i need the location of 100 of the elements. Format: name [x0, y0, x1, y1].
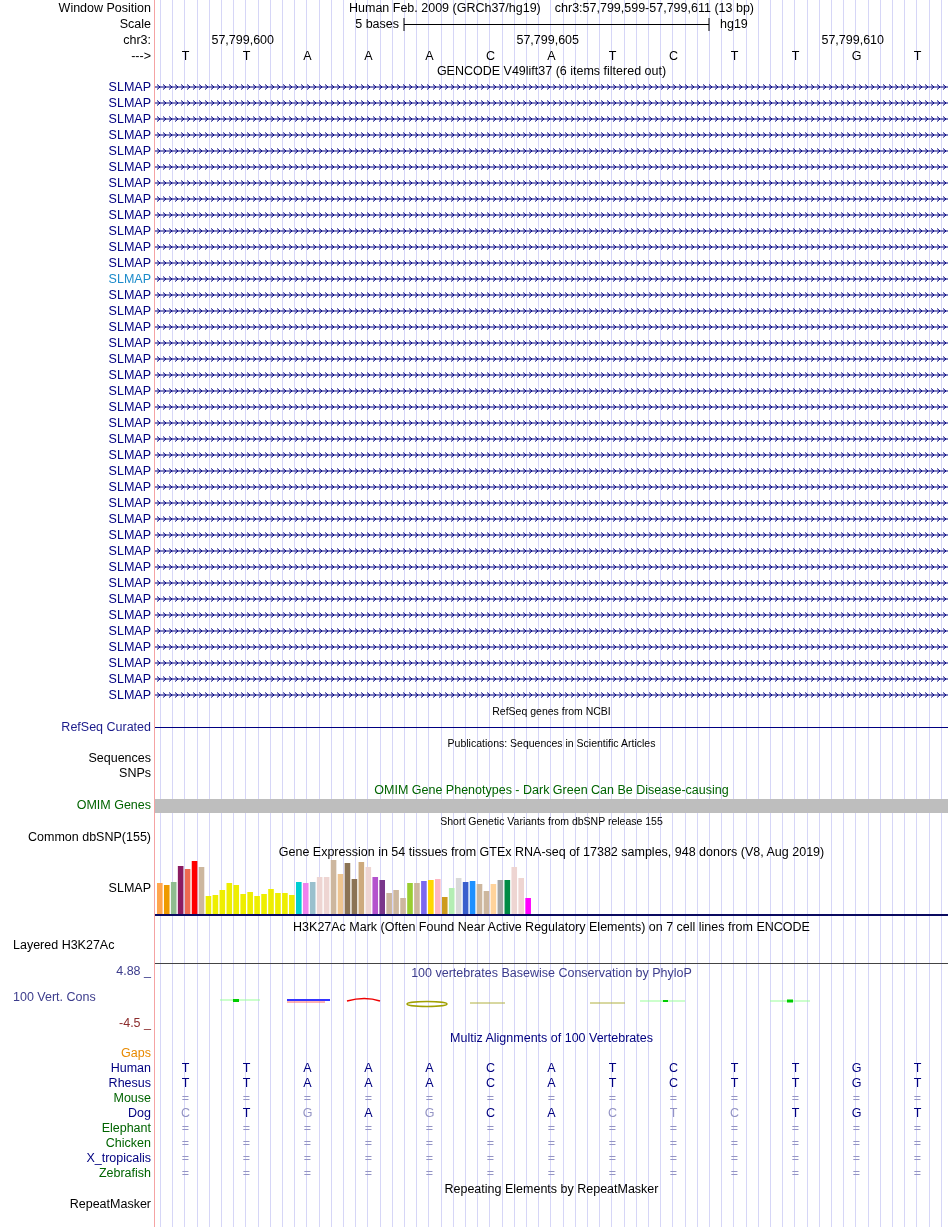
- gene-label[interactable]: SLMAP: [108, 351, 151, 367]
- alignment-base: =: [852, 1091, 861, 1106]
- alignment-base: G: [424, 1106, 435, 1121]
- alignment-base: T: [181, 1076, 190, 1091]
- gene-label[interactable]: SLMAP: [108, 367, 151, 383]
- gene-label[interactable]: SLMAP: [108, 191, 151, 207]
- gene-label[interactable]: SLMAP: [108, 319, 151, 335]
- track-label[interactable]: RepeatMasker: [69, 1197, 151, 1212]
- base-letter: T: [181, 48, 190, 64]
- track-label[interactable]: RefSeq Curated: [61, 719, 151, 735]
- alignment-base: =: [303, 1151, 312, 1166]
- gene-label[interactable]: SLMAP: [108, 639, 151, 655]
- alignment-base: =: [486, 1136, 495, 1151]
- gene-label[interactable]: SLMAP: [108, 159, 151, 175]
- gene-label[interactable]: SLMAP: [108, 655, 151, 671]
- gene-label[interactable]: SLMAP: [108, 255, 151, 271]
- track-label[interactable]: Common dbSNP(155): [28, 829, 151, 845]
- alignment-base: =: [730, 1151, 739, 1166]
- gene-label[interactable]: SLMAP: [108, 527, 151, 543]
- track-title: RefSeq genes from NCBI: [492, 703, 611, 719]
- gene-label[interactable]: SLMAP: [108, 415, 151, 431]
- alignment-base: =: [242, 1136, 251, 1151]
- track-title: Multiz Alignments of 100 Vertebrates: [450, 1031, 653, 1046]
- gene-label[interactable]: SLMAP: [108, 335, 151, 351]
- alignment-base: =: [242, 1151, 251, 1166]
- gene-label[interactable]: SLMAP: [108, 447, 151, 463]
- alignment-base: =: [425, 1136, 434, 1151]
- alignment-base: T: [913, 1061, 922, 1076]
- alignment-base: =: [181, 1151, 190, 1166]
- species-label[interactable]: Chicken: [105, 1136, 151, 1151]
- base-letter: C: [669, 48, 678, 64]
- species-label[interactable]: Human: [110, 1061, 151, 1076]
- gene-label[interactable]: SLMAP: [108, 463, 151, 479]
- gene-label[interactable]: SLMAP: [108, 127, 151, 143]
- gene-label[interactable]: SLMAP: [108, 303, 151, 319]
- gene-label[interactable]: SLMAP: [108, 511, 151, 527]
- row-label[interactable]: Scale: [119, 16, 151, 32]
- gene-label[interactable]: SLMAP: [108, 79, 151, 95]
- gene-label[interactable]: SLMAP: [108, 143, 151, 159]
- alignment-base: =: [181, 1091, 190, 1106]
- row-label[interactable]: chr3:: [123, 32, 151, 48]
- alignment-base: =: [364, 1136, 373, 1151]
- gene-label[interactable]: SLMAP: [108, 479, 151, 495]
- alignment-base: =: [181, 1121, 190, 1136]
- alignment-base: =: [181, 1166, 190, 1181]
- alignment-base: T: [791, 1076, 800, 1091]
- alignment-base: C: [181, 1106, 190, 1121]
- gene-label[interactable]: SLMAP: [108, 495, 151, 511]
- assembly-name: Human Feb. 2009 (GRCh37/hg19): [349, 0, 541, 16]
- species-label[interactable]: Mouse: [113, 1091, 151, 1106]
- gene-label[interactable]: SLMAP: [108, 239, 151, 255]
- alignment-base: A: [303, 1076, 312, 1091]
- alignment-base: =: [608, 1091, 617, 1106]
- track-label[interactable]: 100 Vert. Cons: [13, 990, 96, 1005]
- gene-label[interactable]: SLMAP: [108, 287, 151, 303]
- alignment-base: =: [730, 1091, 739, 1106]
- gene-label[interactable]: SLMAP: [108, 399, 151, 415]
- gene-label[interactable]: SLMAP: [108, 671, 151, 687]
- alignment-base: =: [791, 1136, 800, 1151]
- track-label[interactable]: SLMAP: [108, 880, 151, 896]
- gene-label[interactable]: SLMAP: [108, 575, 151, 591]
- gene-line[interactable]: [155, 726, 948, 728]
- gene-label[interactable]: SLMAP: [108, 111, 151, 127]
- alignment-base: A: [303, 1061, 312, 1076]
- gene-label[interactable]: SLMAP: [108, 271, 151, 287]
- species-label[interactable]: X_tropicalis: [86, 1151, 151, 1166]
- alignment-base: =: [242, 1091, 251, 1106]
- alignment-base: T: [913, 1106, 922, 1121]
- alignment-base: =: [242, 1166, 251, 1181]
- alignment-base: =: [913, 1151, 922, 1166]
- species-label[interactable]: Zebrafish: [98, 1166, 151, 1181]
- alignment-base: C: [486, 1061, 495, 1076]
- gene-label[interactable]: SLMAP: [108, 591, 151, 607]
- track-label[interactable]: Sequences: [88, 751, 151, 766]
- species-label[interactable]: Rhesus: [108, 1076, 151, 1091]
- gene-label[interactable]: SLMAP: [108, 543, 151, 559]
- gene-label[interactable]: SLMAP: [108, 623, 151, 639]
- track-label[interactable]: Layered H3K27Ac: [13, 938, 115, 953]
- gene-label[interactable]: SLMAP: [108, 431, 151, 447]
- ruler-label: 57,799,600: [211, 32, 274, 48]
- gene-label[interactable]: SLMAP: [108, 687, 151, 703]
- species-label[interactable]: Dog: [128, 1106, 151, 1121]
- species-label[interactable]: Elephant: [101, 1121, 151, 1136]
- track-label[interactable]: SNPs: [119, 766, 151, 781]
- track-title: Publications: Sequences in Scientific Articles: [447, 735, 656, 751]
- track-label[interactable]: OMIM Genes: [76, 798, 151, 813]
- expression-bars-drawing[interactable]: [155, 860, 948, 916]
- gene-label[interactable]: SLMAP: [108, 607, 151, 623]
- base-letter: G: [851, 48, 862, 64]
- alignment-base: =: [730, 1136, 739, 1151]
- gene-label[interactable]: SLMAP: [108, 95, 151, 111]
- gene-label[interactable]: SLMAP: [108, 223, 151, 239]
- alignment-base: =: [303, 1121, 312, 1136]
- gene-label[interactable]: SLMAP: [108, 207, 151, 223]
- gene-label[interactable]: SLMAP: [108, 559, 151, 575]
- gene-label[interactable]: SLMAP: [108, 383, 151, 399]
- row-label[interactable]: Window Position: [58, 0, 151, 16]
- alignment-base: =: [364, 1151, 373, 1166]
- gene-label[interactable]: SLMAP: [108, 175, 151, 191]
- strand-label[interactable]: --->: [131, 48, 151, 64]
